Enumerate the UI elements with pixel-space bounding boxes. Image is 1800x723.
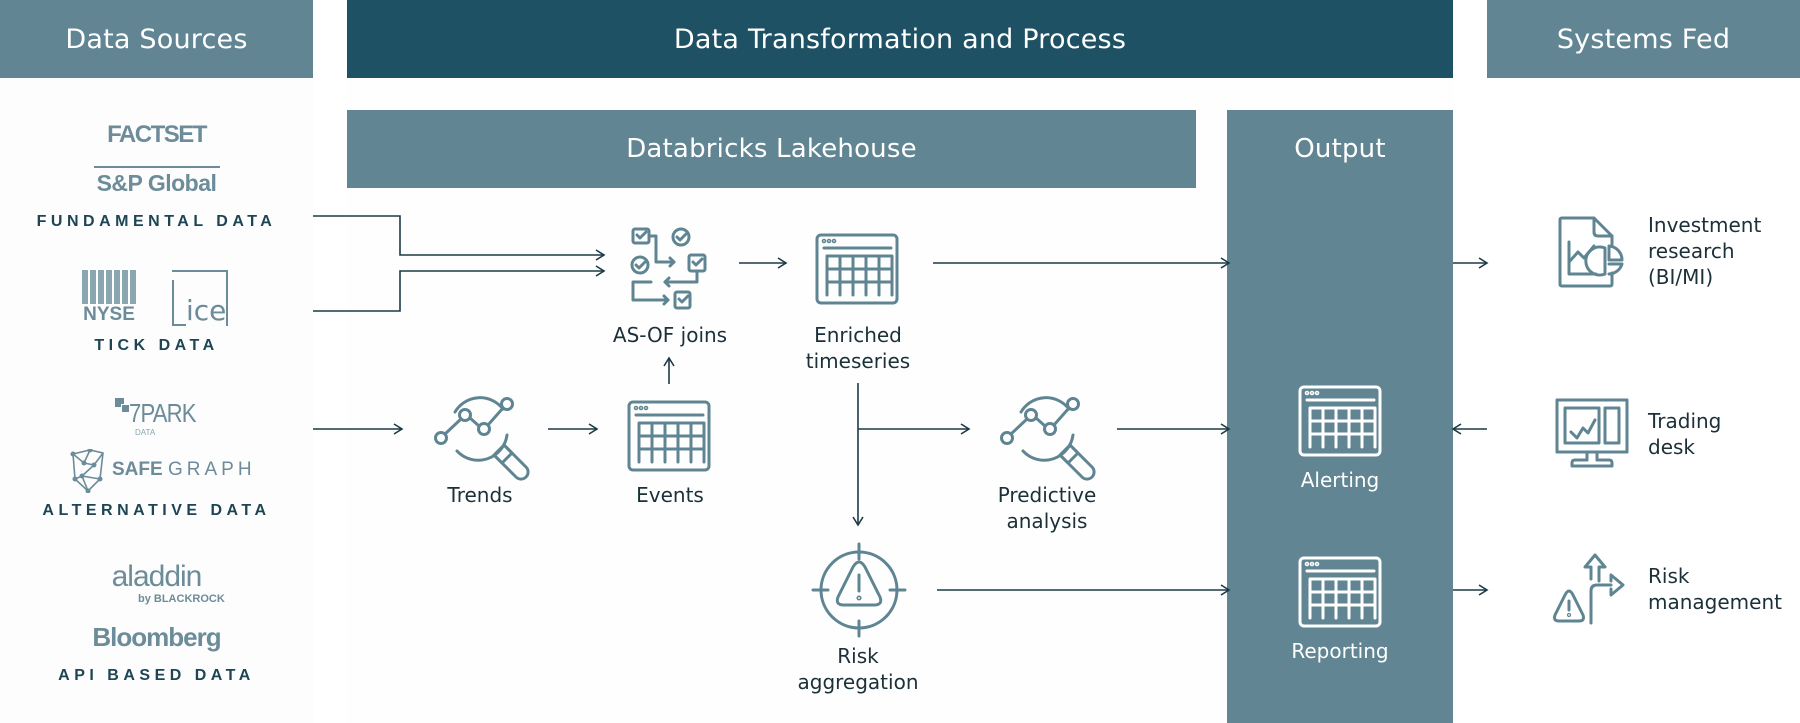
table-icon [627, 400, 711, 472]
enriched-label-line1: Enriched [814, 323, 902, 347]
riskmgmt-line1: Risk [1648, 564, 1690, 588]
arrow-trading-to-alerting [1451, 423, 1487, 435]
search-analytics-icon [434, 396, 530, 481]
arrow-enriched-to-predictive [858, 423, 971, 435]
arrow-output-to-investment [1453, 257, 1489, 269]
investment-line3: (BI/MI) [1648, 265, 1714, 289]
risk-agg-label-line2: aggregation [797, 670, 919, 694]
target-warning-icon [811, 542, 907, 638]
enriched-label-line2: timeseries [805, 349, 911, 373]
asof-joins-label: AS-OF joins [612, 323, 728, 347]
arrow-trends-to-events [548, 423, 599, 435]
search-analytics-icon [1000, 396, 1096, 481]
trading-line1: Trading [1648, 409, 1722, 433]
riskmgmt-line2: management [1648, 590, 1782, 614]
table-icon [1298, 556, 1382, 628]
risk-agg-label-line1: Risk [837, 644, 879, 668]
enriched-timeseries-label: Enriched timeseries [768, 322, 948, 374]
trends-label: Trends [447, 483, 513, 507]
arrow-fundamental-to-asof [313, 215, 606, 261]
risk-management-label: Risk management [1648, 563, 1782, 615]
events-label: Events [636, 483, 704, 507]
arrow-predictive-to-alerting [1117, 423, 1231, 435]
trading-line2: desk [1648, 435, 1696, 459]
reporting-label: Reporting [1291, 639, 1389, 663]
workflow-checklist-icon [630, 227, 707, 310]
arrow-tick-to-asof [313, 265, 606, 312]
report-chart-icon [1558, 216, 1624, 288]
investment-line2: research [1648, 239, 1735, 263]
predictive-label-line1: Predictive [997, 483, 1097, 507]
table-icon [815, 233, 899, 305]
table-icon [1298, 385, 1382, 457]
arrow-alt-to-trends [313, 423, 404, 435]
trading-desk-label: Trading desk [1648, 408, 1721, 460]
investment-research-label: Investment research (BI/MI) [1648, 212, 1761, 290]
split-arrows-warning-icon [1553, 553, 1625, 625]
arrow-reporting-to-riskmgmt [1453, 584, 1489, 596]
arrow-risk-to-reporting [937, 584, 1231, 596]
predictive-analysis-label: Predictive analysis [957, 482, 1137, 534]
risk-aggregation-label: Risk aggregation [768, 643, 948, 695]
monitor-chart-icon [1555, 398, 1629, 468]
arrow-enriched-to-risk [852, 383, 864, 527]
arrow-enriched-to-output [933, 257, 1231, 269]
predictive-label-line2: analysis [1006, 509, 1088, 533]
arrow-asof-to-enriched [739, 257, 788, 269]
arrow-events-to-asof [663, 356, 675, 384]
alerting-label: Alerting [1300, 468, 1380, 492]
investment-line1: Investment [1648, 213, 1762, 237]
